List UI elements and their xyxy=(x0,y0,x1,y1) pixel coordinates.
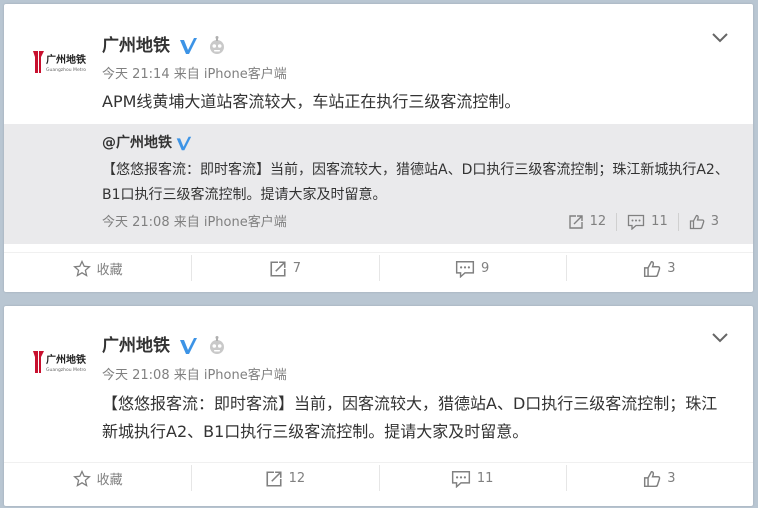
logo-text: 广州地铁 xyxy=(46,53,86,66)
logo-subtext: Guangzhou Metro xyxy=(46,367,86,373)
favorite-label: 收藏 xyxy=(96,473,123,488)
comment-icon xyxy=(451,470,470,488)
repost-meta[interactable]: 今天 21:08 来自 iPhone客户端 xyxy=(102,214,287,232)
comment-count: 11 xyxy=(651,214,668,229)
favorite-button[interactable]: 收藏 xyxy=(4,253,191,284)
repost-icon xyxy=(568,215,583,229)
repost-author-name[interactable]: @广州地铁 xyxy=(102,134,172,152)
like-count: 3 xyxy=(710,214,719,229)
comment-count: 11 xyxy=(476,471,494,486)
robot-badge-icon[interactable] xyxy=(207,36,227,56)
post-text: 【悠悠报客流：即时客流】当前，因客流较大，猎德站A、D口执行三级客流控制；珠江新… xyxy=(102,394,718,441)
thumbs-up-icon xyxy=(644,470,661,487)
favorite-label: 收藏 xyxy=(96,263,123,278)
guangzhou-metro-logo[interactable]: 广州地铁 Guangzhou Metro xyxy=(30,348,92,376)
robot-badge-icon[interactable] xyxy=(207,336,227,356)
repost-button[interactable]: 7 xyxy=(191,253,378,284)
repost-author-row: @广州地铁 xyxy=(102,134,192,152)
thumbs-up-icon xyxy=(644,260,661,277)
repost-icon xyxy=(270,260,286,277)
author-row: 广州地铁 xyxy=(102,36,227,56)
logo-text: 广州地铁 xyxy=(46,353,86,366)
guangzhou-metro-logo[interactable]: 广州地铁 Guangzhou Metro xyxy=(30,48,92,76)
logo-subtext: Guangzhou Metro xyxy=(46,67,86,73)
chevron-down-icon[interactable] xyxy=(711,28,729,46)
like-button[interactable]: 3 xyxy=(565,463,753,494)
weibo-post-card: 广州地铁 Guangzhou Metro 广州地铁 今天 21:14 来自 iP… xyxy=(4,4,753,292)
favorite-button[interactable]: 收藏 xyxy=(4,463,191,494)
like-count: 3 xyxy=(667,471,676,486)
comment-button[interactable]: 9 xyxy=(378,253,566,284)
comment-count: 9 xyxy=(480,261,490,276)
post-action-bar: 收藏 12 11 3 xyxy=(4,462,753,494)
comment-button[interactable]: 11 xyxy=(378,463,566,494)
repost-icon xyxy=(266,470,282,487)
verified-icon[interactable] xyxy=(175,135,192,152)
post-text: APM线黄埔大道站客流较大，车站正在执行三级客流控制。 xyxy=(102,92,521,111)
repost-button[interactable]: 12 xyxy=(191,463,378,494)
repost-stats: 12 11 3 xyxy=(558,213,729,231)
verified-icon[interactable] xyxy=(178,336,198,356)
post-meta[interactable]: 今天 21:08 来自 iPhone客户端 xyxy=(102,367,287,385)
comment-icon xyxy=(628,214,645,230)
weibo-post-card: 广州地铁 Guangzhou Metro 广州地铁 今天 21:08 来自 iP… xyxy=(4,306,753,506)
reposted-original[interactable]: @广州地铁 【悠悠报客流：即时客流】当前，因客流较大，猎德站A、D口执行三级客流… xyxy=(4,124,753,244)
star-icon xyxy=(72,259,91,277)
verified-icon[interactable] xyxy=(178,36,198,56)
post-meta[interactable]: 今天 21:14 来自 iPhone客户端 xyxy=(102,66,287,84)
comment-count-stat[interactable]: 11 xyxy=(616,213,678,231)
repost-count: 12 xyxy=(288,471,306,486)
repost-text: 【悠悠报客流：即时客流】当前，因客流较大，猎德站A、D口执行三级客流控制；珠江新… xyxy=(102,162,729,203)
star-icon xyxy=(72,469,91,487)
like-button[interactable]: 3 xyxy=(565,253,753,284)
author-name[interactable]: 广州地铁 xyxy=(102,336,170,356)
chevron-down-icon[interactable] xyxy=(711,328,729,346)
like-count-stat[interactable]: 3 xyxy=(677,213,729,231)
author-name[interactable]: 广州地铁 xyxy=(102,36,170,56)
post-action-bar: 收藏 7 9 3 xyxy=(4,252,753,284)
repost-count: 12 xyxy=(589,214,607,229)
repost-count-stat[interactable]: 12 xyxy=(558,213,617,231)
like-count: 3 xyxy=(667,261,676,276)
repost-count: 7 xyxy=(292,261,302,276)
author-row: 广州地铁 xyxy=(102,336,227,356)
thumbs-up-icon xyxy=(689,214,705,230)
comment-icon xyxy=(455,260,475,278)
